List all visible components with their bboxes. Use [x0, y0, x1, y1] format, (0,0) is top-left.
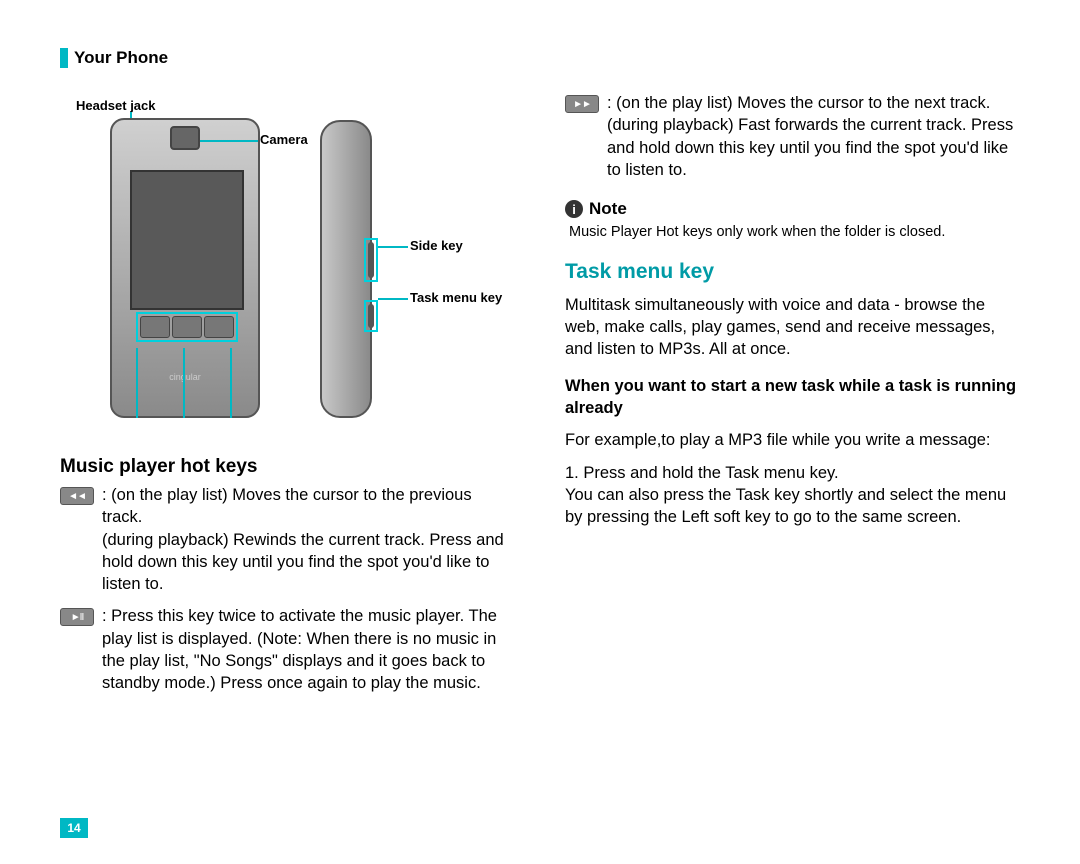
rewind-key-text: : (on the play list) Moves the cursor to…: [102, 484, 515, 595]
rewind-key-description: ◄◄ : (on the play list) Moves the cursor…: [60, 484, 515, 595]
forward-key-description: ►► : (on the play list) Moves the cursor…: [565, 92, 1020, 181]
label-task-menu-key: Task menu key: [410, 290, 502, 305]
leader-line: [378, 246, 408, 248]
play-pause-key-icon: ►II: [60, 608, 94, 626]
forward-key-icon: ►►: [565, 95, 599, 113]
phone-front-illustration: cingular: [110, 118, 260, 418]
left-column: Headset jack cingular Camera Side key: [60, 88, 515, 694]
phone-diagram: Headset jack cingular Camera Side key: [60, 98, 515, 448]
label-side-key: Side key: [410, 238, 463, 253]
leader-line: [230, 348, 232, 418]
header-title: Your Phone: [74, 48, 168, 68]
task-step-1: 1. Press and hold the Task menu key. You…: [565, 462, 1020, 529]
section-header: Your Phone: [60, 48, 1020, 68]
forward-key-text: : (on the play list) Moves the cursor to…: [607, 92, 1020, 181]
phone-side-illustration: [320, 120, 372, 418]
label-camera: Camera: [260, 132, 308, 147]
note-text: Music Player Hot keys only work when the…: [569, 223, 1020, 242]
task-scenario-heading: When you want to start a new task while …: [565, 375, 1020, 420]
note-icon: i: [565, 200, 583, 218]
play-key-text: : Press this key twice to activate the m…: [102, 605, 515, 694]
right-column: ►► : (on the play list) Moves the cursor…: [565, 88, 1020, 694]
task-key-highlight: [364, 300, 378, 332]
hotkeys-highlight-box: [136, 312, 238, 342]
rewind-key-icon: ◄◄: [60, 487, 94, 505]
page-number: 14: [60, 818, 88, 838]
phone-screen: [130, 170, 244, 310]
note-label: Note: [589, 199, 627, 219]
play-key-description: ►II : Press this key twice to activate t…: [60, 605, 515, 694]
leader-line: [136, 348, 138, 418]
leader-line: [183, 348, 185, 418]
phone-brand: cingular: [169, 372, 201, 382]
side-key-highlight: [364, 238, 378, 282]
task-menu-key-heading: Task menu key: [565, 260, 1020, 284]
leader-line: [200, 140, 258, 142]
note-row: i Note: [565, 199, 1020, 219]
header-accent-bar: [60, 48, 68, 68]
task-example-paragraph: For example,to play a MP3 file while you…: [565, 429, 1020, 451]
task-intro-paragraph: Multitask simultaneously with voice and …: [565, 294, 1020, 361]
label-headset-jack: Headset jack: [76, 98, 156, 113]
music-hotkeys-heading: Music player hot keys: [60, 456, 515, 478]
leader-line: [378, 298, 408, 300]
